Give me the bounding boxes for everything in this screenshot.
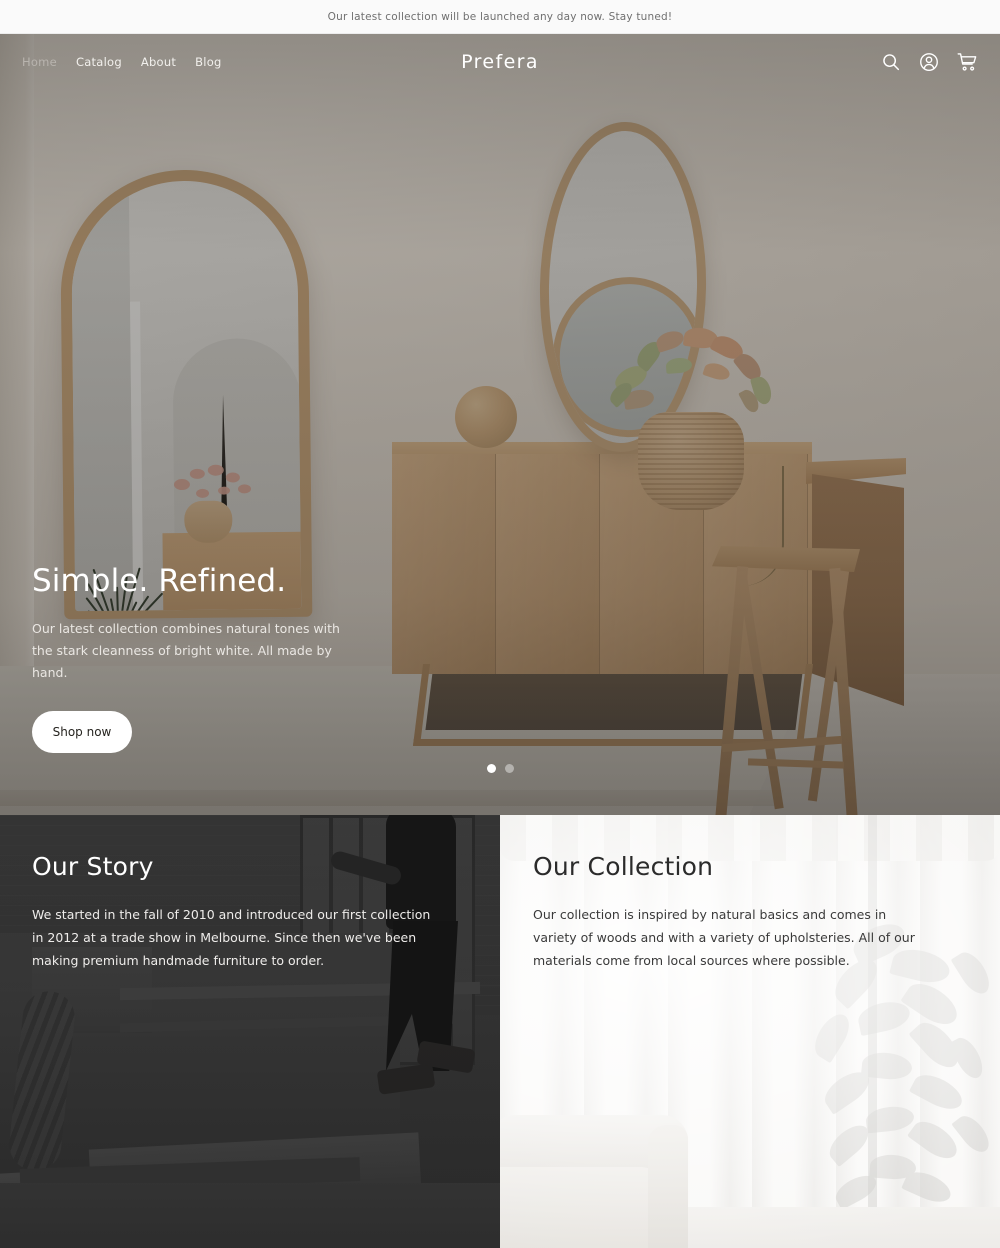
header-actions (880, 51, 978, 73)
slider-pagination (0, 764, 1000, 773)
announcement-bar: Our latest collection will be launched a… (0, 0, 1000, 34)
nav-item-catalog[interactable]: Catalog (76, 55, 122, 69)
nav-item-home[interactable]: Home (22, 55, 57, 69)
nav-item-about[interactable]: About (141, 55, 176, 69)
feature-split-section: Our Story We started in the fall of 2010… (0, 815, 1000, 1248)
our-collection-copy: Our Collection Our collection is inspire… (533, 853, 933, 972)
shop-now-button[interactable]: Shop now (32, 711, 132, 753)
our-story-panel: Our Story We started in the fall of 2010… (0, 815, 500, 1248)
our-collection-text: Our collection is inspired by natural ba… (533, 906, 915, 968)
our-story-copy: Our Story We started in the fall of 2010… (32, 853, 432, 972)
site-header: Home Catalog About Blog Prefera (0, 34, 1000, 89)
hero-title: Simple. Refined. (32, 563, 287, 600)
search-icon[interactable] (880, 51, 902, 73)
site-logo-text[interactable]: Prefera (461, 51, 539, 73)
our-collection-panel: Our Collection Our collection is inspire… (500, 815, 1000, 1248)
cart-icon[interactable] (956, 51, 978, 73)
slider-dot-1[interactable] (486, 764, 496, 773)
account-icon[interactable] (918, 51, 940, 73)
hero-copy-block: Simple. Refined. Our latest collection c… (32, 564, 462, 753)
our-collection-title: Our Collection (533, 852, 714, 881)
nav-item-blog[interactable]: Blog (195, 55, 221, 69)
our-story-title: Our Story (32, 852, 154, 881)
announcement-text: Our latest collection will be launched a… (327, 10, 673, 23)
hero-slider: Home Catalog About Blog Prefera Simple. … (0, 34, 1000, 815)
our-story-text: We started in the fall of 2010 and intro… (32, 906, 431, 968)
hero-subtitle: Our latest collection combines natural t… (32, 621, 340, 681)
slider-dot-2[interactable] (504, 764, 514, 773)
main-navigation: Home Catalog About Blog (22, 55, 222, 69)
